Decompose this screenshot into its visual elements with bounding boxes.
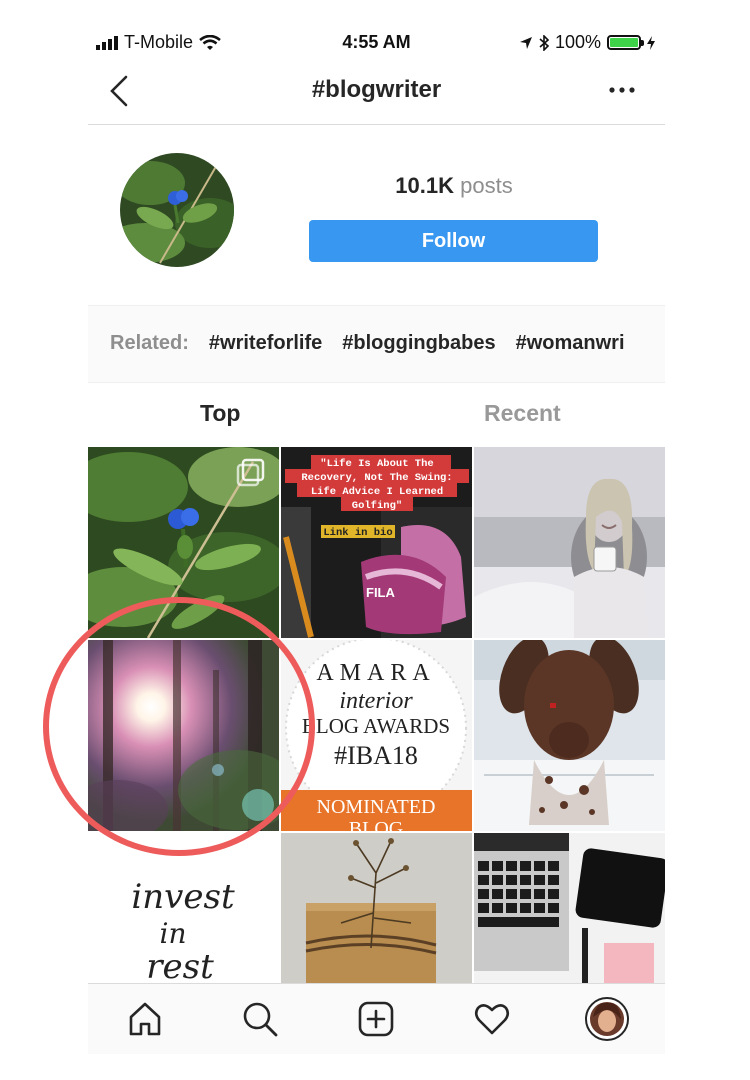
amara-nominated: NOMINATED xyxy=(317,796,436,818)
battery-percent: 100% xyxy=(554,32,601,52)
hashtag-profile-image xyxy=(120,153,234,267)
amara-hashtag: #IBA18 xyxy=(334,741,418,770)
bluetooth-icon xyxy=(539,34,549,51)
nav-bar: #blogwriter xyxy=(88,58,665,125)
location-icon xyxy=(519,36,532,49)
invest-text: invest xyxy=(131,877,235,917)
feed-tabs: Top Recent xyxy=(88,382,665,446)
post-count-value: 10.1K xyxy=(395,173,454,198)
amara-blog: BLOG xyxy=(349,818,403,831)
follow-button[interactable]: Follow xyxy=(309,220,598,262)
home-icon[interactable] xyxy=(122,996,168,1042)
related-tag-bloggingbabes[interactable]: #bloggingbabes xyxy=(342,332,495,355)
add-post-icon[interactable] xyxy=(353,996,399,1042)
related-tag-writeforlife[interactable]: #writeforlife xyxy=(209,332,322,355)
related-label: Related: xyxy=(110,332,189,354)
activity-heart-icon[interactable] xyxy=(469,996,515,1042)
post-count: 10.1K posts xyxy=(310,173,598,199)
highlight-circle xyxy=(43,597,315,856)
status-bar: T-Mobile 4:55 AM 100% xyxy=(88,26,665,58)
page-title: #blogwriter xyxy=(311,76,442,103)
amara-title: AMARA xyxy=(316,660,435,686)
golf-link-in-bio: Link in bio xyxy=(323,527,392,539)
rest-text: rest xyxy=(146,947,214,987)
in-text: in xyxy=(160,917,187,950)
phone-screen: T-Mobile 4:55 AM 100% #blogwriter 10.1K … xyxy=(88,26,665,1054)
tab-recent[interactable]: Recent xyxy=(484,400,561,427)
more-horizontal-icon[interactable] xyxy=(607,82,637,98)
grid-post-puppy[interactable] xyxy=(474,640,665,831)
grid-post-woman-mug[interactable] xyxy=(474,447,665,638)
related-tag-womanwri[interactable]: #womanwri xyxy=(516,332,625,355)
search-icon[interactable] xyxy=(237,996,283,1042)
golf-quote-line-1: "Life Is About The xyxy=(320,458,433,470)
profile-avatar[interactable] xyxy=(584,996,630,1042)
charging-icon xyxy=(647,35,655,50)
amara-interior: interior xyxy=(339,688,413,714)
post-count-unit: posts xyxy=(460,173,513,198)
golf-quote-line-2: Recovery, Not The Swing: xyxy=(301,472,452,484)
amara-blog-awards: BLOG AWARDS xyxy=(302,714,450,738)
status-right-group: 100% xyxy=(519,32,655,53)
golf-quote-line-3: Life Advice I Learned xyxy=(311,486,443,498)
tab-top[interactable]: Top xyxy=(200,400,240,427)
grid-post-golf-quote[interactable]: FILA "Life Is About The Recovery, Not Th… xyxy=(281,447,472,638)
golf-bag-brand: FILA xyxy=(366,585,395,600)
battery-icon xyxy=(607,35,644,50)
bottom-tab-bar xyxy=(88,983,665,1054)
related-hashtags-bar: Related: #writeforlife #bloggingbabes #w… xyxy=(88,305,665,383)
golf-quote-line-4: Golfing" xyxy=(352,500,402,512)
